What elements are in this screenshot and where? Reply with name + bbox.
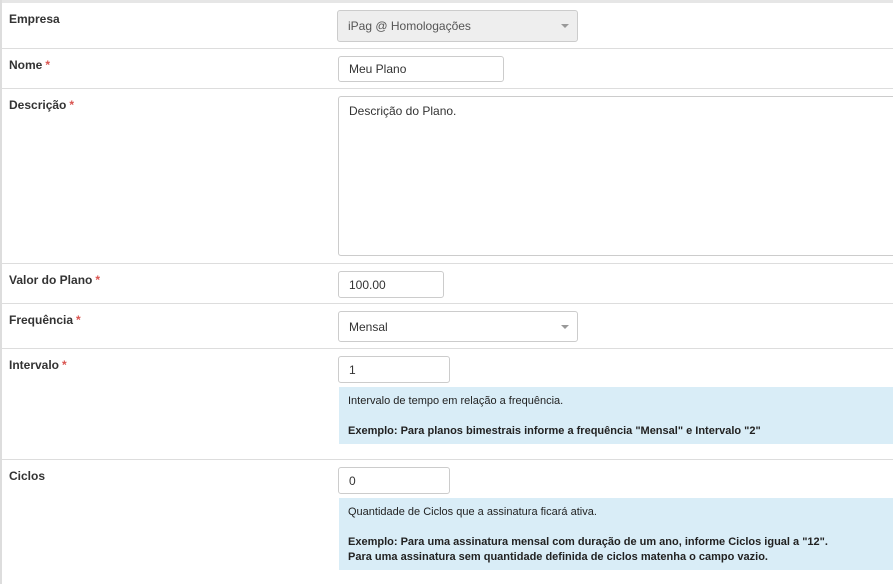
empresa-select[interactable]: iPag @ Homologações	[337, 10, 578, 42]
ciclos-input[interactable]: 0	[338, 467, 450, 494]
ciclos-help-text: Quantidade de Ciclos que a assinatura fi…	[348, 506, 597, 518]
row-empresa: Empresa iPag @ Homologações	[2, 3, 893, 49]
required-marker: *	[95, 273, 101, 287]
valor-input[interactable]: 100.00	[338, 271, 444, 298]
valor-value: 100.00	[349, 277, 386, 292]
row-ciclos: Ciclos 0 Quantidade de Ciclos que a assi…	[2, 459, 893, 584]
ciclos-value: 0	[349, 473, 356, 488]
row-descricao: Descrição * Descrição do Plano.	[2, 88, 893, 264]
nome-value: Meu Plano	[349, 62, 407, 76]
row-nome: Nome * Meu Plano	[2, 48, 893, 89]
ciclos-help-example-1: Exemplo: Para uma assinatura mensal com …	[348, 536, 828, 548]
plan-form: Empresa iPag @ Homologações Nome * Meu Pl…	[0, 0, 893, 584]
required-marker: *	[62, 358, 67, 372]
frequencia-label: Frequência *	[9, 313, 81, 327]
intervalo-help-example: Exemplo: Para planos bimestrais informe …	[348, 425, 761, 437]
frequencia-select[interactable]: Mensal	[338, 311, 578, 342]
empresa-label: Empresa	[9, 12, 60, 26]
row-frequencia: Frequência * Mensal	[2, 303, 893, 349]
intervalo-label: Intervalo *	[9, 358, 67, 372]
intervalo-help: Intervalo de tempo em relação a frequênc…	[339, 387, 893, 444]
descricao-label: Descrição *	[9, 98, 75, 112]
nome-label: Nome *	[9, 58, 51, 72]
ciclos-help: Quantidade de Ciclos que a assinatura fi…	[339, 498, 893, 570]
row-valor: Valor do Plano * 100.00	[2, 263, 893, 304]
chevron-down-icon	[561, 24, 569, 28]
nome-input[interactable]: Meu Plano	[338, 56, 504, 82]
ciclos-help-example-2: Para uma assinatura sem quantidade defin…	[348, 551, 768, 563]
valor-label: Valor do Plano *	[9, 273, 101, 287]
row-intervalo: Intervalo * 1 Intervalo de tempo em relaç…	[2, 348, 893, 460]
ciclos-label: Ciclos	[9, 469, 46, 483]
empresa-value: iPag @ Homologações	[348, 19, 471, 33]
intervalo-input[interactable]: 1	[338, 356, 450, 383]
required-marker: *	[45, 58, 51, 72]
required-marker: *	[76, 313, 81, 327]
descricao-textarea[interactable]: Descrição do Plano.	[338, 96, 893, 256]
frequencia-value: Mensal	[349, 319, 388, 334]
descricao-value: Descrição do Plano.	[349, 104, 457, 118]
intervalo-value: 1	[349, 362, 356, 377]
chevron-down-icon	[561, 324, 569, 329]
intervalo-help-text: Intervalo de tempo em relação a frequênc…	[348, 395, 564, 407]
required-marker: *	[69, 98, 75, 112]
